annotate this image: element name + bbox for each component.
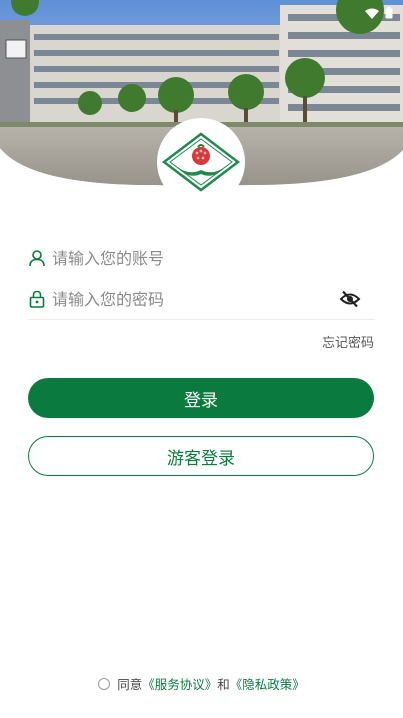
login-button[interactable]: 登录 (28, 378, 374, 418)
password-input[interactable] (52, 289, 339, 309)
agreement-prefix: 同意 (117, 677, 143, 692)
agree-checkbox[interactable] (98, 677, 111, 690)
lock-icon (28, 290, 46, 308)
status-bar (0, 0, 403, 22)
guest-login-button[interactable]: 游客登录 (28, 436, 374, 476)
privacy-policy-link[interactable]: 《隐私政策》 (230, 674, 305, 693)
eye-off-icon[interactable] (339, 288, 361, 310)
wifi-icon (365, 4, 379, 23)
school-logo (157, 118, 245, 206)
service-agreement-link[interactable]: 《服务协议》 (142, 674, 217, 693)
agreement-and: 和 (217, 677, 230, 692)
account-field (28, 238, 375, 278)
battery-icon (385, 4, 393, 23)
password-field (28, 279, 375, 320)
forgot-password-link[interactable]: 忘记密码 (322, 332, 374, 351)
account-input[interactable] (52, 248, 375, 268)
agreement-row: 同意 《服务协议》 和 《隐私政策》 (0, 674, 403, 693)
user-icon (28, 249, 46, 267)
